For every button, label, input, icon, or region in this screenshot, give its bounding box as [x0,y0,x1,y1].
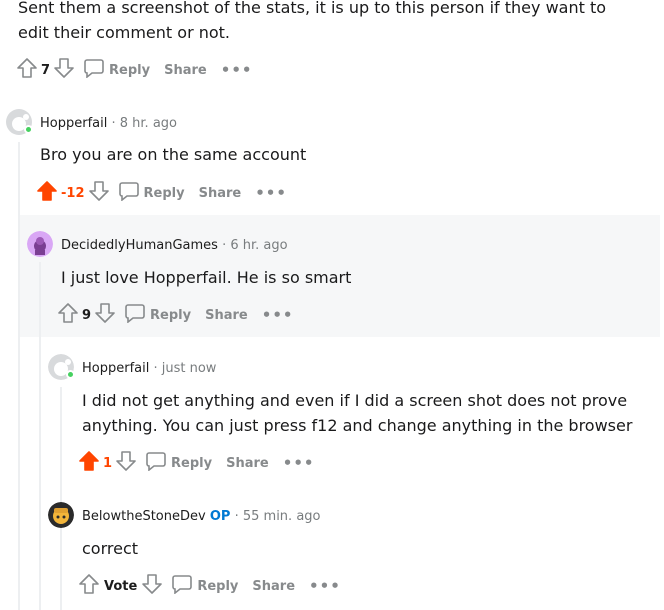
upvote-icon[interactable] [78,573,100,599]
downvote-icon[interactable] [115,450,137,476]
vote-controls: 7 [16,57,75,83]
share-label: Share [252,578,296,594]
share-button[interactable]: Share [252,579,295,594]
reply-button[interactable]: Reply [118,181,185,205]
more-options-icon[interactable]: ••• [309,577,341,595]
upvote-icon[interactable] [16,57,38,83]
share-button[interactable]: Share [199,186,242,201]
comment-meta: Hopperfail · just now [82,361,216,376]
comment-actions: -12 Reply Share ••• [36,180,287,206]
vote-count: -12 [61,185,85,201]
comment-actions: 7 Reply Share ••• [16,57,253,83]
downvote-icon[interactable] [53,57,75,83]
more-options-icon[interactable]: ••• [255,184,287,202]
timestamp[interactable]: 6 hr. ago [230,238,287,253]
comment-body: correct [82,539,139,558]
share-button[interactable]: Share [226,456,269,471]
comment-bubble-icon [118,181,140,205]
reply-label: Reply [150,307,192,323]
reply-button[interactable]: Reply [145,451,212,475]
downvote-icon[interactable] [141,573,163,599]
downvote-icon[interactable] [88,180,110,206]
separator: · [111,116,116,131]
comment-bubble-icon [124,303,146,327]
avatar[interactable] [27,231,53,257]
comment-actions: 9 Reply Share ••• [57,302,294,328]
vote-controls: 9 [57,302,116,328]
more-options-icon[interactable]: ••• [221,61,253,79]
vote-controls: -12 [36,180,110,206]
vote-controls: 1 [78,450,137,476]
downvote-icon[interactable] [94,302,116,328]
author-name[interactable]: DecidedlyHumanGames [61,238,218,253]
author-name[interactable]: Hopperfail [40,116,107,131]
timestamp[interactable]: 55 min. ago [243,509,321,524]
comment-bubble-icon [83,58,105,82]
vote-count: 7 [41,62,51,78]
comment-bubble-icon [145,451,167,475]
share-button[interactable]: Share [205,308,248,323]
author-name[interactable]: Hopperfail [82,361,149,376]
thread-line-level3[interactable] [60,387,62,610]
share-label: Share [205,307,248,323]
comment-body: Bro you are on the same account [40,145,307,164]
more-options-icon[interactable]: ••• [283,454,315,472]
share-label: Share [198,185,242,201]
author-name[interactable]: BelowtheStoneDev [82,509,206,524]
op-badge: OP [209,509,231,524]
online-status-dot [66,370,75,379]
comment-body: I just love Hopperfail. He is so smart [61,268,352,287]
timestamp[interactable]: just now [162,361,217,376]
separator: · [234,509,239,524]
thread-line-level2[interactable] [39,262,41,610]
reply-label: Reply [109,62,151,78]
comment-meta: BelowtheStoneDev OP · 55 min. ago [82,509,321,524]
reply-label: Reply [143,185,185,201]
reply-label: Reply [197,578,239,594]
upvote-icon-active[interactable] [36,180,58,206]
comment-body: Sent them a screenshot of the stats, it … [18,0,607,42]
avatar[interactable] [48,502,74,528]
comment-meta: DecidedlyHumanGames · 6 hr. ago [61,238,288,253]
timestamp[interactable]: 8 hr. ago [120,116,177,131]
vote-count: 9 [82,307,92,323]
share-label: Share [164,62,207,78]
reply-label: Reply [171,455,213,471]
upvote-icon-active[interactable] [78,450,100,476]
share-button[interactable]: Share [164,63,207,78]
vote-controls: Vote [78,573,163,599]
reply-button[interactable]: Reply [124,303,191,327]
comment-actions: Vote Reply Share ••• [78,573,341,599]
comment-bubble-icon [171,574,193,598]
vote-label: Vote [104,578,138,594]
separator: · [222,238,227,253]
reply-button[interactable]: Reply [171,574,238,598]
comment-meta: Hopperfail · 8 hr. ago [40,116,177,131]
separator: · [153,361,158,376]
upvote-icon[interactable] [57,302,79,328]
share-label: Share [226,455,269,471]
comment-body-line-2: anything. You can just press f12 and cha… [82,416,633,435]
more-options-icon[interactable]: ••• [262,306,294,324]
reply-button[interactable]: Reply [83,58,150,82]
vote-count: 1 [103,455,113,471]
comment-body-line-1: I did not get anything and even if I did… [82,391,628,410]
thread-line-level1[interactable] [18,142,20,610]
online-status-dot [24,125,33,134]
comment-actions: 1 Reply Share ••• [78,450,315,476]
